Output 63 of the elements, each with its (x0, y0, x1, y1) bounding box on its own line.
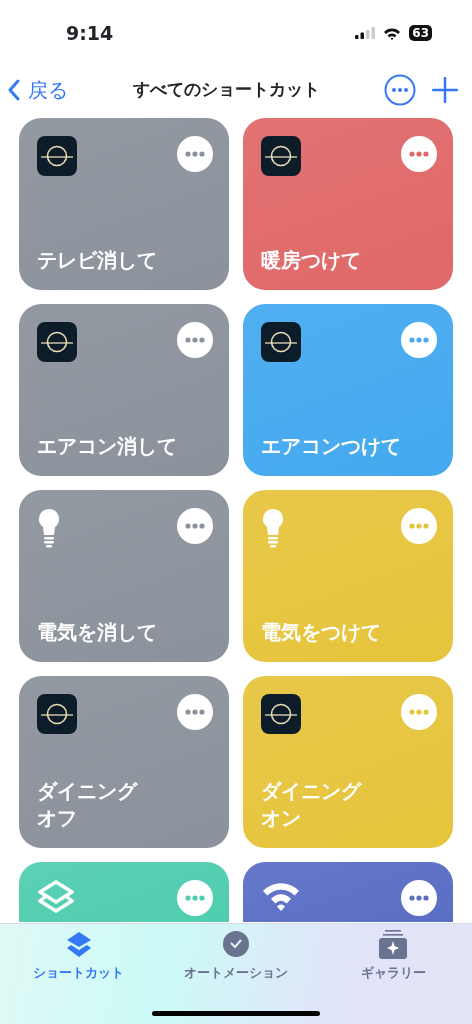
shortcut-tile[interactable]: ダイニング オン (243, 676, 453, 848)
tab-item[interactable]: ギャラリー (323, 930, 464, 983)
more-button[interactable] (401, 322, 437, 358)
tab-item[interactable]: ショートカット (8, 930, 149, 983)
signal-icon (355, 27, 376, 39)
plus-icon (432, 77, 458, 103)
more-icon (185, 709, 205, 715)
add-button[interactable] (432, 77, 458, 103)
shortcut-tile[interactable]: ダイニング オフ (19, 676, 229, 848)
shortcut-name: 電気をつけて (261, 619, 382, 646)
app-icon (37, 694, 77, 734)
more-button[interactable] (177, 880, 213, 916)
clock-time: 9:14 (66, 20, 114, 46)
more-button[interactable] (384, 74, 416, 106)
more-icon (409, 337, 429, 343)
shortcut-name: エアコンつけて (261, 433, 402, 460)
app-icon (261, 136, 301, 176)
shortcut-tile[interactable]: 暖房つけて (243, 118, 453, 290)
more-button[interactable] (401, 136, 437, 172)
shortcut-name: エアコン消して (37, 433, 178, 460)
more-icon (185, 895, 205, 901)
shortcut-tile[interactable] (243, 862, 453, 922)
lightbulb-icon (37, 508, 61, 548)
more-icon (185, 337, 205, 343)
shortcut-tile[interactable]: テレビ消して (19, 118, 229, 290)
more-button[interactable] (177, 322, 213, 358)
shortcut-tile[interactable]: エアコン消して (19, 304, 229, 476)
shortcut-name: 暖房つけて (261, 247, 362, 274)
more-icon (185, 151, 205, 157)
more-button[interactable] (401, 880, 437, 916)
app-icon (261, 322, 301, 362)
back-button[interactable]: 戻る (8, 75, 68, 105)
more-icon (384, 74, 416, 106)
shortcut-tile[interactable]: エアコンつけて (243, 304, 453, 476)
wifi-icon (261, 880, 301, 912)
shortcut-name: オフ (37, 805, 78, 832)
shortcut-name: テレビ消して (37, 247, 158, 274)
more-button[interactable] (177, 694, 213, 730)
more-icon (409, 895, 429, 901)
more-icon (409, 151, 429, 157)
shortcut-name: ダイニング (37, 778, 139, 805)
more-button[interactable] (177, 136, 213, 172)
more-button[interactable] (177, 508, 213, 544)
shortcut-tile[interactable]: 電気を消して (19, 490, 229, 662)
shortcut-tile[interactable]: 電気をつけて (243, 490, 453, 662)
more-icon (185, 523, 205, 529)
shortcut-name: ダイニング (261, 778, 363, 805)
page-title: すべてのショートカット (131, 78, 321, 102)
more-icon (409, 709, 429, 715)
app-icon (37, 136, 77, 176)
clock-icon (221, 930, 251, 960)
gallery-icon (378, 930, 409, 960)
battery-level: 63 (409, 25, 432, 41)
tab-item[interactable]: オートメーション (166, 930, 306, 983)
shortcut-name: オン (261, 805, 302, 832)
shortcut-name: 電気を消して (37, 619, 158, 646)
wifi-icon (383, 26, 402, 40)
lightbulb-icon (261, 508, 285, 548)
more-icon (409, 523, 429, 529)
chevron-left-icon (8, 79, 20, 101)
app-icon (261, 694, 301, 734)
shortcut-tile[interactable] (19, 862, 229, 922)
app-icon (37, 322, 77, 362)
